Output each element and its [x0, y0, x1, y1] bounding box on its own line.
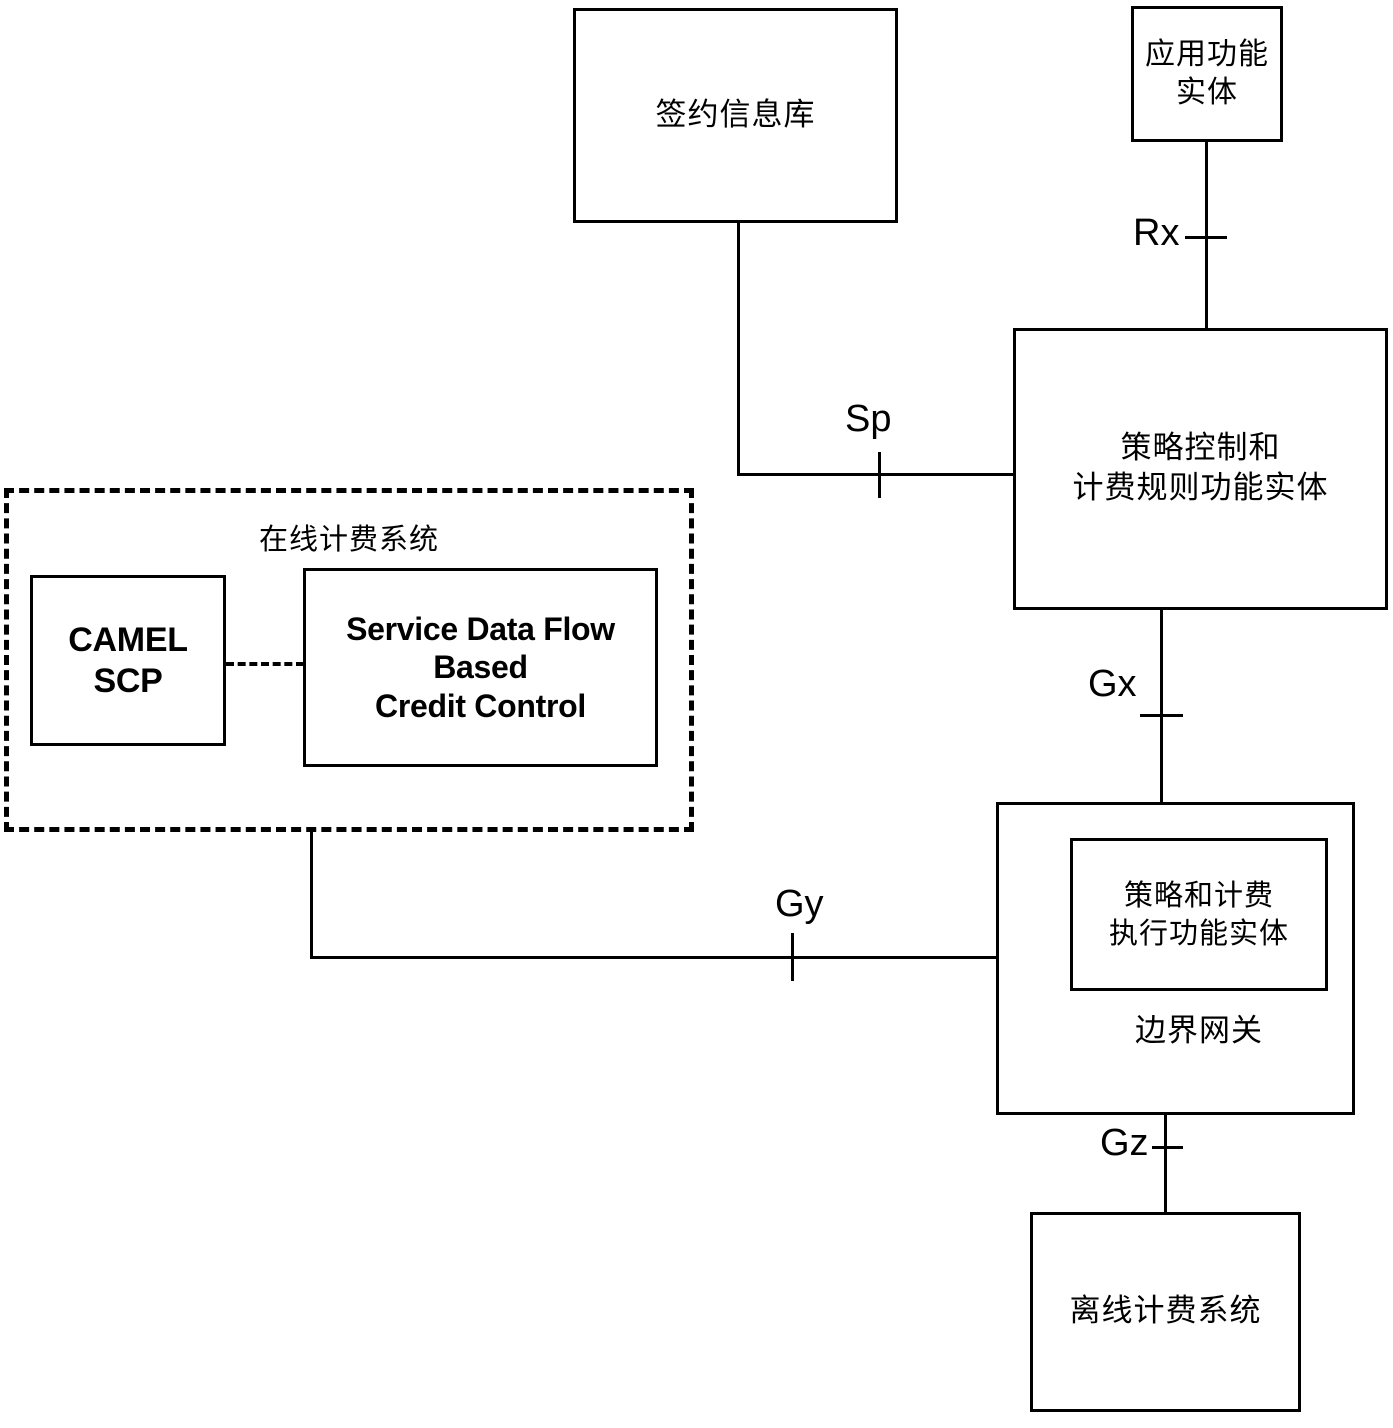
node-border-gateway-label-wrap: 边界网关 [1070, 1012, 1328, 1052]
node-subscription-database: 签约信息库 [573, 8, 898, 223]
node-pcrf-label: 策略控制和 计费规则功能实体 [1072, 430, 1329, 506]
node-service-data-flow-credit-control: Service Data Flow Based Credit Control [303, 568, 658, 767]
node-camel-scp: CAMEL SCP [30, 575, 226, 746]
link-gx [1160, 608, 1163, 804]
interface-label-gy: Gy [775, 883, 824, 925]
link-rx-tick [1185, 236, 1227, 239]
link-gz-tick [1152, 1146, 1183, 1149]
interface-label-gx: Gx [1088, 663, 1137, 705]
node-offline-charging-system: 离线计费系统 [1030, 1212, 1301, 1412]
interface-label-gz: Gz [1100, 1122, 1149, 1164]
node-pcef: 策略和计费 执行功能实体 [1070, 838, 1328, 991]
node-camel-scp-label: CAMEL SCP [68, 620, 188, 700]
link-gz [1164, 1113, 1167, 1214]
node-service-data-flow-credit-control-label: Service Data Flow Based Credit Control [346, 610, 615, 724]
link-gy-vertical [310, 830, 313, 958]
interface-label-sp: Sp [845, 398, 892, 440]
link-sp-horizontal [737, 473, 1015, 476]
node-pcef-label: 策略和计费 执行功能实体 [1108, 878, 1289, 950]
link-sp-vertical [737, 223, 740, 476]
diagram-canvas: 签约信息库 应用功能 实体 策略控制和 计费规则功能实体 在线计费系统 CAME… [0, 0, 1393, 1428]
link-gy-horizontal [310, 956, 999, 959]
interface-label-rx: Rx [1133, 212, 1180, 254]
group-online-charging-system-title: 在线计费系统 [258, 522, 439, 556]
link-gy-tick [791, 933, 794, 981]
node-subscription-database-label: 签约信息库 [655, 96, 816, 133]
link-gx-tick [1140, 714, 1183, 717]
node-pcrf: 策略控制和 计费规则功能实体 [1013, 328, 1388, 610]
link-sp-tick [878, 452, 881, 498]
node-offline-charging-system-label: 离线计费系统 [1069, 1293, 1262, 1330]
node-border-gateway-label: 边界网关 [1135, 1013, 1263, 1049]
node-application-function-label: 应用功能 实体 [1145, 36, 1269, 110]
link-camel-to-credit-control [226, 662, 304, 666]
node-application-function: 应用功能 实体 [1131, 6, 1283, 142]
